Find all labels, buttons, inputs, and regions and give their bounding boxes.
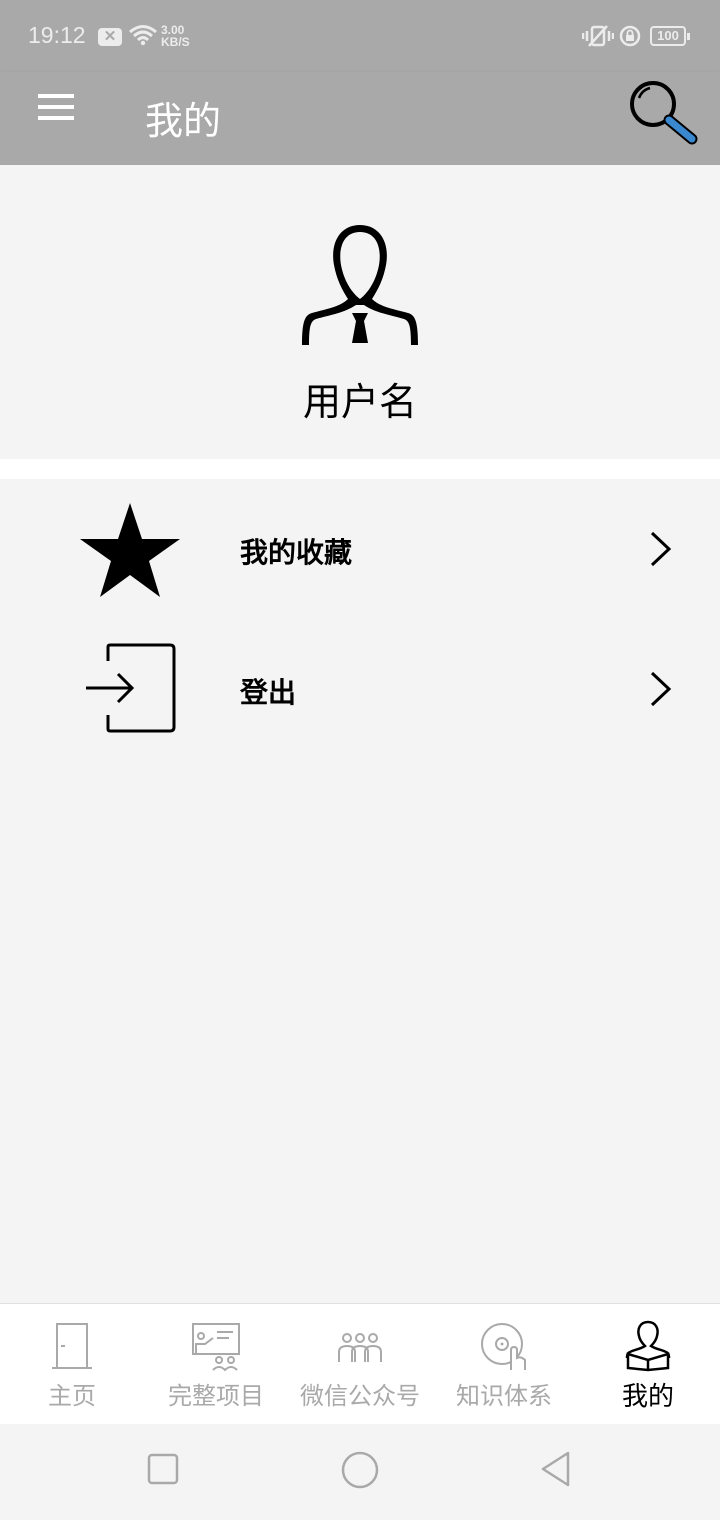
notification-icon: ✕: [98, 28, 122, 46]
sign-in-icon: [86, 643, 176, 733]
hamburger-menu-icon: [38, 94, 74, 98]
hamburger-menu-line: [38, 105, 74, 109]
group-icon: [338, 1333, 382, 1362]
nav-label-wechat: 微信公众号: [300, 1382, 420, 1410]
username: 用户名: [302, 380, 417, 424]
user-silhouette-icon[interactable]: [296, 221, 424, 345]
chevron-right-icon: [650, 531, 672, 567]
logout-label: 登出: [240, 676, 297, 709]
chevron-right-icon: [650, 671, 672, 707]
nav-label-knowledge: 知识体系: [456, 1382, 552, 1410]
nav-label-mine: 我的: [621, 1382, 674, 1412]
back-button[interactable]: [538, 1450, 574, 1488]
vibrate-icon: [582, 25, 614, 47]
nav-item-home[interactable]: 主页: [0, 1304, 144, 1425]
magnifier-icon: [630, 81, 698, 145]
favorites-label: 我的收藏: [240, 536, 353, 569]
nav-label-projects: 完整项目: [168, 1382, 264, 1410]
recent-apps-button[interactable]: [146, 1452, 180, 1486]
bottom-navigation: 主页 完整项目 微信公众号 知识体系 我的: [0, 1303, 720, 1424]
rotation-lock-icon: [619, 25, 641, 47]
home-button[interactable]: [340, 1450, 380, 1490]
search-button[interactable]: [624, 76, 700, 146]
disc-hand-icon: [481, 1323, 526, 1370]
app-bar: 我的: [0, 72, 720, 165]
presentation-icon: [192, 1323, 240, 1372]
door-icon: [52, 1323, 92, 1369]
system-navigation-bar: [0, 1424, 720, 1520]
network-speed-unit: KB/S: [161, 35, 190, 49]
nav-item-mine[interactable]: 我的: [576, 1304, 720, 1425]
network-speed: 3.00 KB/S: [161, 24, 190, 48]
status-time: 19:12: [28, 22, 86, 48]
section-divider: [0, 459, 720, 479]
reader-icon: [625, 1320, 671, 1372]
hamburger-menu-line: [38, 116, 74, 120]
nav-item-knowledge[interactable]: 知识体系: [432, 1304, 576, 1425]
wifi-icon: [129, 25, 157, 46]
status-bar: 19:12 ✕ 3.00 KB/S 100: [0, 0, 720, 72]
logout-row[interactable]: 登出: [0, 619, 720, 759]
nav-item-projects[interactable]: 完整项目: [144, 1304, 288, 1425]
battery-indicator: 100: [650, 26, 690, 46]
page-title: 我的: [145, 99, 222, 143]
star-icon: [80, 503, 180, 597]
favorites-row[interactable]: 我的收藏: [0, 479, 720, 619]
nav-item-wechat[interactable]: 微信公众号: [288, 1304, 432, 1425]
nav-label-home: 主页: [48, 1382, 96, 1410]
menu-button[interactable]: [30, 92, 82, 122]
profile-header: 用户名: [0, 165, 720, 459]
